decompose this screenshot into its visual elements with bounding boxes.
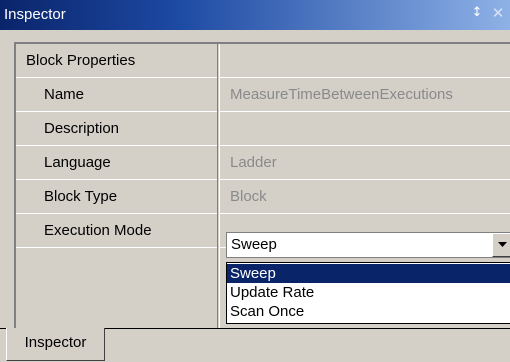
close-icon[interactable]: ✕ [490,4,506,24]
property-name: Name [44,86,85,103]
execution-mode-selected-value: Sweep [231,236,277,253]
dropdown-arrow-button[interactable] [492,233,510,257]
property-row-block-type[interactable]: Block Type Block [16,180,510,214]
dropdown-option-sweep[interactable]: Sweep [227,264,510,283]
property-name: Description [44,120,120,137]
column-divider[interactable] [217,44,220,330]
inspector-window: Inspector ↕ ✕ Block Properties Name Meas… [0,0,510,362]
tab-inspector[interactable]: Inspector [6,328,105,361]
property-row-language[interactable]: Language Ladder [16,146,510,180]
property-name: Execution Mode [44,222,152,239]
property-value[interactable]: Ladder [226,146,510,179]
property-row-name[interactable]: Name MeasureTimeBetweenExecutions [16,78,510,112]
property-name: Language [44,154,111,171]
property-value[interactable]: Block [226,180,510,213]
execution-mode-dropdown-list: Sweep Update Rate Scan Once [226,262,510,324]
dropdown-option-update-rate[interactable]: Update Rate [227,283,510,302]
dropdown-option-scan-once[interactable]: Scan Once [227,302,510,321]
tab-strip: Inspector [0,328,510,362]
property-name: Block Type [44,188,118,205]
chevron-down-icon [498,242,507,247]
property-grid: Block Properties Name MeasureTimeBetween… [14,42,510,330]
execution-mode-select[interactable]: Sweep [226,232,510,258]
property-value[interactable] [226,112,510,145]
pin-icon[interactable]: ↕ [469,5,485,23]
title-bar[interactable]: Inspector ↕ ✕ [0,0,510,30]
category-label: Block Properties [26,52,136,69]
window-title: Inspector [4,6,66,23]
category-row-block-properties[interactable]: Block Properties [16,44,510,78]
property-value[interactable]: MeasureTimeBetweenExecutions [226,78,510,111]
property-row-description[interactable]: Description [16,112,510,146]
category-value [226,44,510,77]
